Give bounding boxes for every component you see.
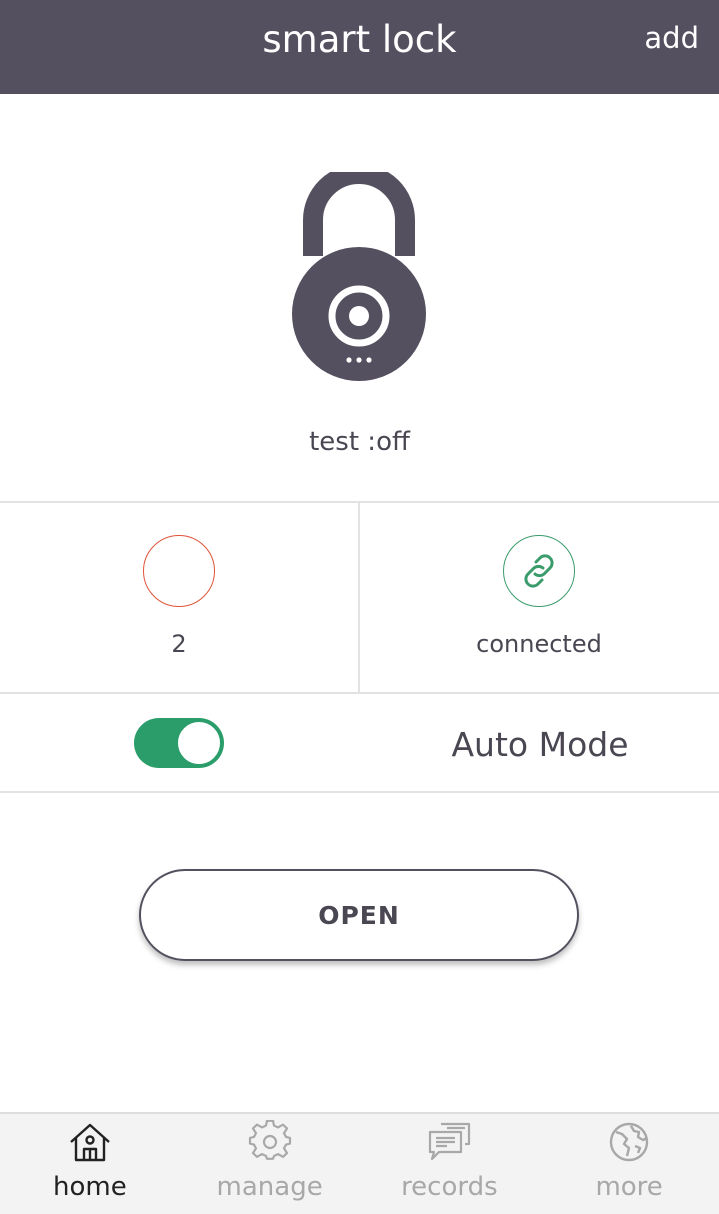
header-bar: smart lock add xyxy=(0,0,719,94)
tab-more[interactable]: more xyxy=(539,1114,719,1214)
battery-value: 2 xyxy=(171,630,187,658)
lock-status-text: test :off xyxy=(309,427,410,457)
tab-label: records xyxy=(401,1172,498,1202)
battery-cell: 2 xyxy=(0,503,358,693)
auto-mode-label: Auto Mode xyxy=(451,725,629,764)
globe-icon xyxy=(609,1122,649,1162)
divider xyxy=(0,692,719,694)
auto-mode-toggle[interactable] xyxy=(134,718,224,768)
gear-icon xyxy=(248,1120,291,1160)
bottom-tab-bar: home manage records more xyxy=(0,1112,719,1214)
battery-indicator-icon xyxy=(143,535,215,607)
open-button[interactable]: OPEN xyxy=(139,869,579,961)
toggle-knob xyxy=(176,720,222,766)
tab-label: manage xyxy=(216,1172,323,1202)
chat-bubbles-icon xyxy=(429,1122,471,1161)
tab-label: more xyxy=(595,1172,663,1202)
tab-home[interactable]: home xyxy=(0,1114,180,1214)
home-icon xyxy=(70,1123,110,1162)
tab-label: home xyxy=(53,1172,127,1202)
link-icon xyxy=(503,535,575,607)
add-button[interactable]: add xyxy=(644,18,699,58)
connection-cell: connected xyxy=(360,503,718,693)
page-title: smart lock xyxy=(262,18,457,61)
tab-manage[interactable]: manage xyxy=(180,1114,360,1214)
padlock-icon[interactable] xyxy=(289,164,429,384)
connection-status: connected xyxy=(476,630,602,658)
tab-records[interactable]: records xyxy=(360,1114,540,1214)
divider xyxy=(0,791,719,793)
